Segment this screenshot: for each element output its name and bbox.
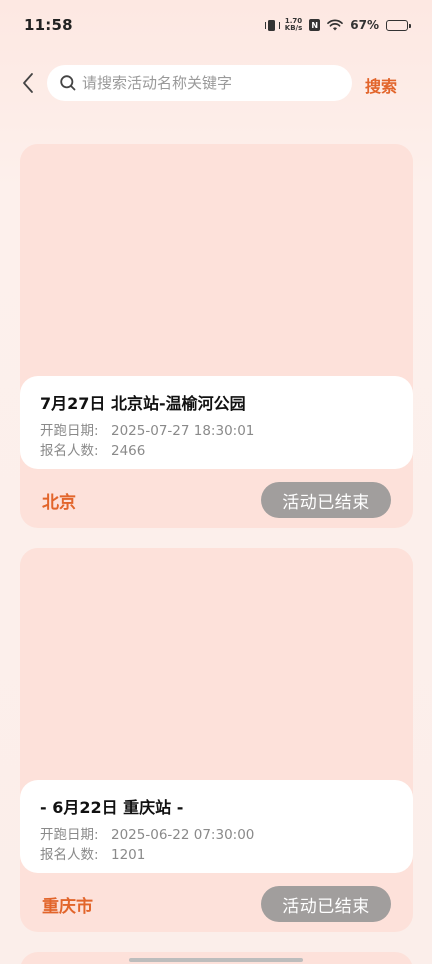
activity-title: - 6月22日 重庆站 - (40, 798, 184, 817)
activity-footer: 北京 活动已结束 (20, 469, 413, 528)
signup-count-row: 报名人数: 1201 (40, 845, 393, 865)
activity-city: 重庆市 (42, 897, 93, 917)
signup-count-row: 报名人数: 2466 (40, 441, 393, 461)
search-button[interactable]: 搜索 (365, 73, 397, 97)
network-speed: 1.70 KB/s (285, 18, 302, 32)
signup-count-label: 报名人数: (40, 443, 99, 459)
network-speed-unit: KB/s (284, 24, 303, 32)
activity-card[interactable]: - 6月22日 重庆站 - 开跑日期: 2025-06-22 07:30:00 … (20, 548, 413, 932)
activity-info: 7月27日 北京站-温榆河公园 开跑日期: 2025-07-27 18:30:0… (20, 376, 413, 469)
search-icon (60, 75, 76, 91)
search-box[interactable] (47, 65, 352, 101)
start-date-value: 2025-07-27 18:30:01 (111, 423, 255, 439)
start-date-row: 开跑日期: 2025-07-27 18:30:01 (40, 421, 393, 441)
activity-banner-image[interactable] (20, 548, 413, 780)
vibrate-icon (264, 19, 280, 32)
activity-city: 北京 (42, 493, 76, 513)
start-date-label: 开跑日期: (40, 827, 99, 843)
signup-count-label: 报名人数: (40, 847, 99, 863)
activity-title: 7月27日 北京站-温榆河公园 (40, 394, 246, 413)
status-icons: 1.70 KB/s N 67% (264, 18, 411, 32)
battery-icon (386, 19, 411, 31)
activity-card[interactable]: 7月27日 北京站-温榆河公园 开跑日期: 2025-07-27 18:30:0… (20, 144, 413, 528)
signup-count-value: 1201 (111, 847, 146, 863)
signup-count-value: 2466 (111, 443, 146, 459)
activity-info: - 6月22日 重庆站 - 开跑日期: 2025-06-22 07:30:00 … (20, 780, 413, 873)
nfc-icon: N (309, 19, 321, 31)
activity-status-badge[interactable]: 活动已结束 (261, 886, 391, 922)
start-date-value: 2025-06-22 07:30:00 (111, 827, 255, 843)
activity-status-badge[interactable]: 活动已结束 (261, 482, 391, 518)
battery-percent: 67% (350, 18, 379, 32)
status-bar: 11:58 1.70 KB/s N 67% (0, 0, 432, 50)
search-input[interactable] (82, 74, 322, 92)
search-header: 搜索 (0, 64, 432, 102)
status-time: 11:58 (24, 16, 73, 34)
start-date-row: 开跑日期: 2025-06-22 07:30:00 (40, 825, 393, 845)
home-indicator[interactable] (129, 958, 303, 962)
start-date-label: 开跑日期: (40, 423, 99, 439)
wifi-icon (327, 19, 344, 31)
activity-footer: 重庆市 活动已结束 (20, 873, 413, 932)
activity-banner-image[interactable] (20, 144, 413, 376)
back-arrow-icon[interactable] (16, 70, 40, 96)
